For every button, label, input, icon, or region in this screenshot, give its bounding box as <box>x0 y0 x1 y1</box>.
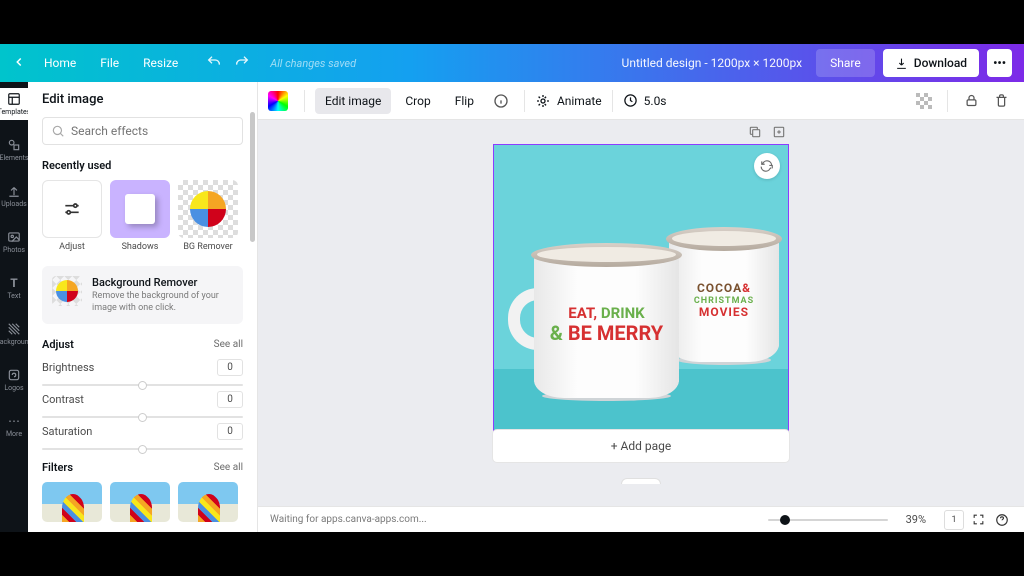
add-page-icon[interactable] <box>771 124 787 140</box>
brightness-slider[interactable] <box>42 378 243 383</box>
clock-icon <box>623 93 638 108</box>
page-count-button[interactable]: 1 <box>944 510 964 530</box>
contrast-slider[interactable] <box>42 410 243 415</box>
brightness-value[interactable]: 0 <box>217 359 243 376</box>
add-page-button[interactable]: + Add page <box>493 430 789 462</box>
more-button[interactable]: ••• <box>987 49 1012 77</box>
saturation-slider[interactable] <box>42 442 243 447</box>
undo-button[interactable] <box>200 54 228 73</box>
home-menu[interactable]: Home <box>44 56 76 70</box>
contrast-label: Contrast <box>42 393 84 406</box>
context-toolbar: Edit image Crop Flip Animate 5.0s <box>258 82 1024 120</box>
crop-button[interactable]: Crop <box>395 88 440 114</box>
rail-templates[interactable]: Templates <box>0 88 28 120</box>
filter-thumb-2[interactable] <box>110 482 170 522</box>
rail-uploads[interactable]: Uploads <box>0 180 28 212</box>
lock-icon[interactable] <box>958 88 984 114</box>
promo-desc: Remove the background of your image with… <box>92 291 233 314</box>
filters-see-all[interactable]: See all <box>214 462 243 473</box>
saturation-value[interactable]: 0 <box>217 423 243 440</box>
back-button[interactable] <box>12 55 32 72</box>
top-bar: Home File Resize All changes saved Untit… <box>0 44 1024 82</box>
filter-thumb-3[interactable] <box>178 482 238 522</box>
edit-image-button[interactable]: Edit image <box>315 88 391 114</box>
filter-thumb-1[interactable] <box>42 482 102 522</box>
zoom-value[interactable]: 39% <box>906 513 926 526</box>
filters-title: Filters <box>42 461 73 474</box>
color-swatch[interactable] <box>268 91 288 111</box>
artboard[interactable]: COCOA& CHRISTMAS MOVIES EAT, DRINK & BE … <box>493 144 789 440</box>
search-effects[interactable] <box>42 117 243 145</box>
download-button[interactable]: Download <box>883 49 979 77</box>
brightness-label: Brightness <box>42 361 94 374</box>
bg-remover-icon <box>52 276 82 306</box>
resize-menu[interactable]: Resize <box>143 56 178 70</box>
trash-icon[interactable] <box>988 88 1014 114</box>
redo-button[interactable] <box>228 54 256 73</box>
panel-title: Edit image <box>42 92 243 107</box>
search-icon <box>51 124 65 138</box>
recent-shadows[interactable]: Shadows <box>110 180 170 252</box>
transparency-icon[interactable] <box>911 88 937 114</box>
save-status: All changes saved <box>270 57 356 70</box>
fullscreen-icon[interactable] <box>968 510 988 530</box>
rail-elements[interactable]: Elements <box>0 134 28 166</box>
duration-button[interactable]: 5.0s <box>623 93 667 108</box>
page-drawer-handle[interactable] <box>621 478 661 484</box>
saturation-label: Saturation <box>42 425 92 438</box>
rail-text[interactable]: TText <box>0 272 28 304</box>
side-panel: Edit image Recently used Adjust Shadows … <box>28 82 258 532</box>
canvas-area[interactable]: COCOA& CHRISTMAS MOVIES EAT, DRINK & BE … <box>258 120 1024 506</box>
help-icon[interactable] <box>992 510 1012 530</box>
rail-background[interactable]: Background <box>0 318 28 350</box>
rail-photos[interactable]: Photos <box>0 226 28 258</box>
contrast-value[interactable]: 0 <box>217 391 243 408</box>
bottom-bar: Waiting for apps.canva-apps.com... 39% 1 <box>258 506 1024 532</box>
status-text: Waiting for apps.canva-apps.com... <box>270 514 427 525</box>
info-icon[interactable] <box>488 88 514 114</box>
recent-adjust[interactable]: Adjust <box>42 180 102 252</box>
animate-icon <box>535 93 551 109</box>
search-input[interactable] <box>71 124 234 138</box>
adjust-title: Adjust <box>42 338 74 351</box>
file-menu[interactable]: File <box>100 56 119 70</box>
document-name[interactable]: Untitled design - 1200px × 1200px <box>622 56 803 70</box>
rail-logos[interactable]: Logos <box>0 364 28 396</box>
recently-used-title: Recently used <box>42 159 243 172</box>
canvas-image[interactable]: COCOA& CHRISTMAS MOVIES EAT, DRINK & BE … <box>494 145 788 439</box>
animate-button[interactable]: Animate <box>535 93 602 109</box>
adjust-see-all[interactable]: See all <box>214 339 243 350</box>
share-button[interactable]: Share <box>816 49 875 77</box>
left-rail: Templates Elements Uploads Photos TText … <box>0 82 28 532</box>
panel-scrollbar[interactable] <box>250 112 255 242</box>
duplicate-page-icon[interactable] <box>747 124 763 140</box>
zoom-slider[interactable] <box>768 519 888 521</box>
download-label: Download <box>914 56 967 70</box>
promo-title: Background Remover <box>92 276 233 289</box>
bg-remover-promo[interactable]: Background Remover Remove the background… <box>42 266 243 324</box>
recent-bg-remover[interactable]: BG Remover <box>178 180 238 252</box>
rail-more[interactable]: ⋯More <box>0 410 28 442</box>
flip-button[interactable]: Flip <box>445 88 484 114</box>
